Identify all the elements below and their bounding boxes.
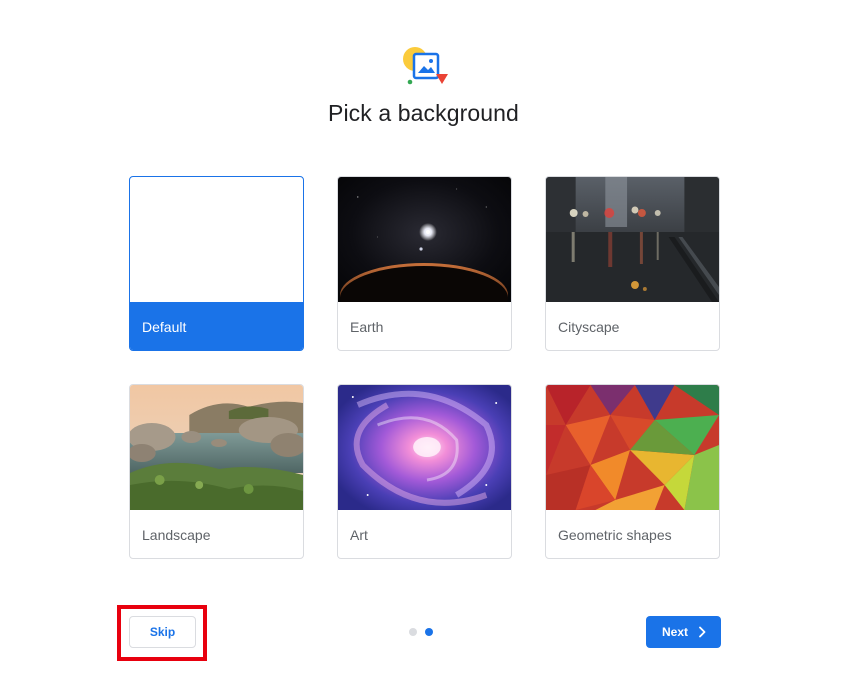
skip-button[interactable]: Skip — [129, 616, 196, 648]
landscape-thumbnail — [130, 385, 303, 510]
cityscape-thumbnail — [546, 177, 719, 302]
background-option-art[interactable]: Art — [337, 384, 512, 559]
default-thumbnail — [130, 177, 303, 302]
background-option-earth[interactable]: Earth — [337, 176, 512, 351]
earth-thumbnail — [338, 177, 511, 302]
background-option-label: Geometric shapes — [558, 527, 672, 543]
step-dot-2 — [425, 628, 433, 636]
geometric-shapes-thumbnail — [546, 385, 719, 510]
background-picker-icon — [401, 44, 449, 88]
background-option-default[interactable]: Default — [129, 176, 304, 351]
background-option-label: Default — [130, 302, 303, 350]
background-option-label: Earth — [350, 319, 384, 335]
background-option-label: Art — [350, 527, 368, 543]
art-thumbnail — [338, 385, 511, 510]
next-button[interactable]: Next — [646, 616, 721, 648]
next-button-label: Next — [662, 625, 689, 639]
background-option-label: Landscape — [142, 527, 211, 543]
background-option-geometric-shapes[interactable]: Geometric shapes — [545, 384, 720, 559]
background-option-label: Cityscape — [558, 319, 620, 335]
background-picker-page: Pick a background Default Earth Cityscap… — [0, 0, 847, 686]
step-dot-1 — [409, 628, 417, 636]
background-option-landscape[interactable]: Landscape — [129, 384, 304, 559]
chevron-right-icon — [699, 626, 706, 638]
background-option-cityscape[interactable]: Cityscape — [545, 176, 720, 351]
page-title: Pick a background — [328, 100, 519, 126]
